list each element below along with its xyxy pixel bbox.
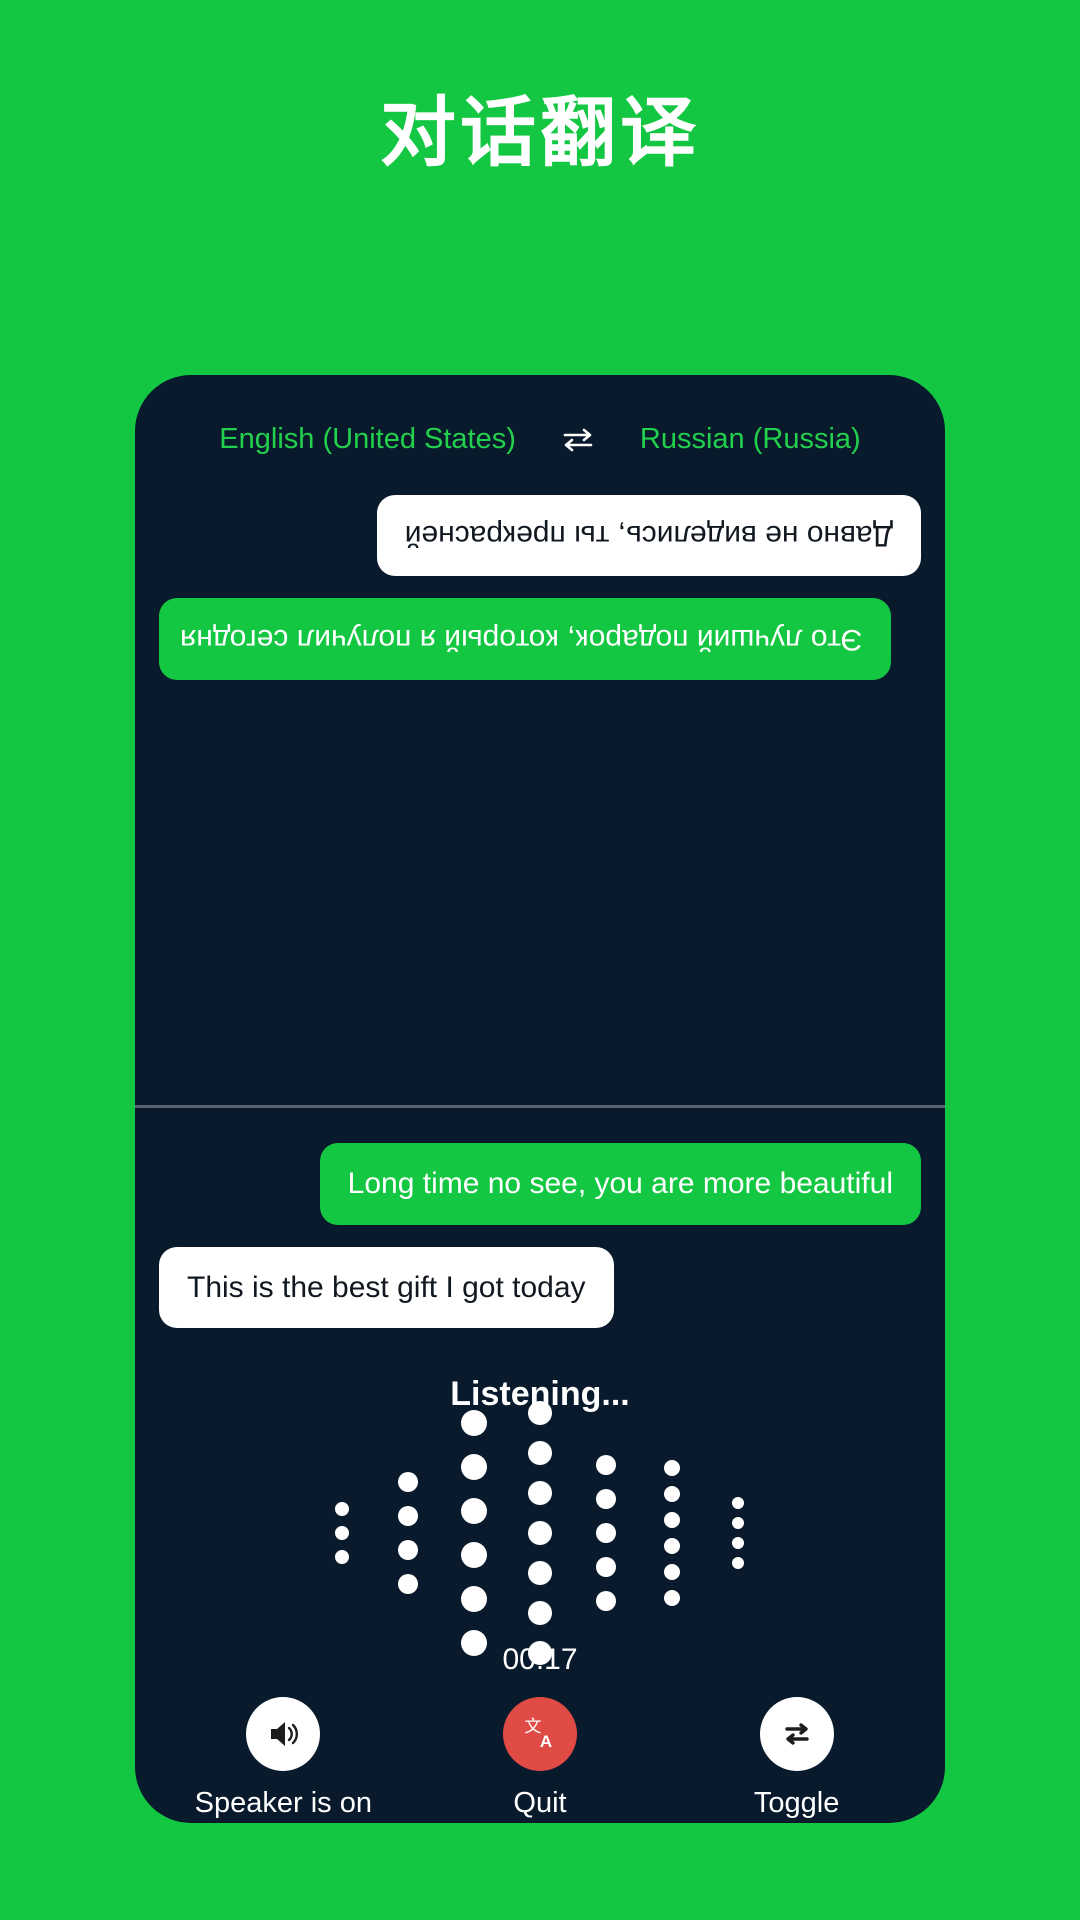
waveform-dot (461, 1585, 487, 1612)
phone-screen-card: English (United States) Russian (Russia)… (135, 375, 945, 1823)
message-row: Long time no see, you are more beautiful (159, 1143, 921, 1225)
waveform-dot (732, 1516, 744, 1529)
waveform-dot (596, 1590, 616, 1611)
message-bubble[interactable]: Это лучший подарок, который я получил се… (159, 598, 891, 680)
message-row: Это лучший подарок, который я получил се… (159, 598, 921, 680)
waveform-dot (664, 1589, 680, 1606)
waveform-column (309, 1497, 375, 1569)
waveform-dot (461, 1497, 487, 1524)
waveform-dot (398, 1573, 418, 1594)
waveform-dot (732, 1556, 744, 1569)
message-bubble[interactable]: Давно не виделись, ты прекрасней (376, 495, 921, 577)
waveform-dot (664, 1459, 680, 1476)
target-language-label[interactable]: Russian (Russia) (640, 423, 861, 456)
waveform-column (705, 1493, 771, 1573)
waveform-dot (596, 1522, 616, 1543)
waveform-dot (528, 1560, 552, 1585)
language-bar: English (United States) Russian (Russia) (135, 423, 945, 456)
waveform-dot (664, 1485, 680, 1502)
waveform-dot (528, 1400, 552, 1425)
waveform-column (441, 1401, 507, 1665)
waveform-dot (596, 1488, 616, 1509)
waveform-dot (528, 1520, 552, 1545)
waveform-dot (732, 1536, 744, 1549)
waveform-dot (528, 1440, 552, 1465)
remote-conversation-panel: Это лучший подарок, который я получил се… (135, 495, 945, 1095)
waveform-dot (335, 1525, 349, 1540)
waveform-dot (664, 1537, 680, 1554)
waveform-dot (528, 1600, 552, 1625)
waveform-dot (335, 1501, 349, 1516)
waveform-dot (528, 1480, 552, 1505)
audio-waveform (135, 1400, 945, 1665)
source-language-label[interactable]: English (United States) (219, 423, 516, 456)
message-row: This is the best gift I got today (159, 1246, 921, 1328)
waveform-dot (664, 1511, 680, 1528)
waveform-dot (398, 1471, 418, 1492)
speaker-button-label: Speaker is on (194, 1787, 372, 1819)
toggle-button[interactable]: Toggle (687, 1697, 907, 1820)
waveform-dot (461, 1453, 487, 1480)
swap-horizontal-icon[interactable] (560, 425, 596, 455)
waveform-dot (461, 1409, 487, 1436)
waveform-column (507, 1393, 573, 1673)
panel-divider (135, 1105, 945, 1108)
waveform-dot (596, 1454, 616, 1475)
waveform-column (639, 1455, 705, 1611)
waveform-column (375, 1465, 441, 1601)
waveform-dot (596, 1556, 616, 1577)
quit-button-label: Quit (513, 1787, 567, 1819)
svg-text:A: A (540, 1732, 552, 1751)
waveform-dot (335, 1549, 349, 1564)
toggle-button-label: Toggle (753, 1787, 840, 1819)
waveform-dot (664, 1563, 680, 1580)
message-bubble[interactable]: This is the best gift I got today (159, 1246, 614, 1328)
message-bubble[interactable]: Long time no see, you are more beautiful (319, 1143, 921, 1225)
recording-timer: 00:17 (502, 1643, 578, 1676)
waveform-column (573, 1448, 639, 1618)
page-title: 对话翻译 (380, 91, 700, 176)
bottom-controls: Speaker is on 文 A Quit Toggle (135, 1697, 945, 1820)
waveform-dot (461, 1541, 487, 1568)
waveform-dot (732, 1496, 744, 1509)
waveform-dot (398, 1539, 418, 1560)
quit-button[interactable]: 文 A Quit (430, 1697, 650, 1820)
speaker-on-icon[interactable] (246, 1697, 321, 1771)
repeat-swap-icon[interactable] (759, 1697, 834, 1771)
translate-icon[interactable]: 文 A (502, 1697, 577, 1771)
speaker-button[interactable]: Speaker is on (173, 1697, 393, 1820)
message-row: Давно не виделись, ты прекрасней (159, 495, 921, 577)
waveform-dot (398, 1505, 418, 1526)
